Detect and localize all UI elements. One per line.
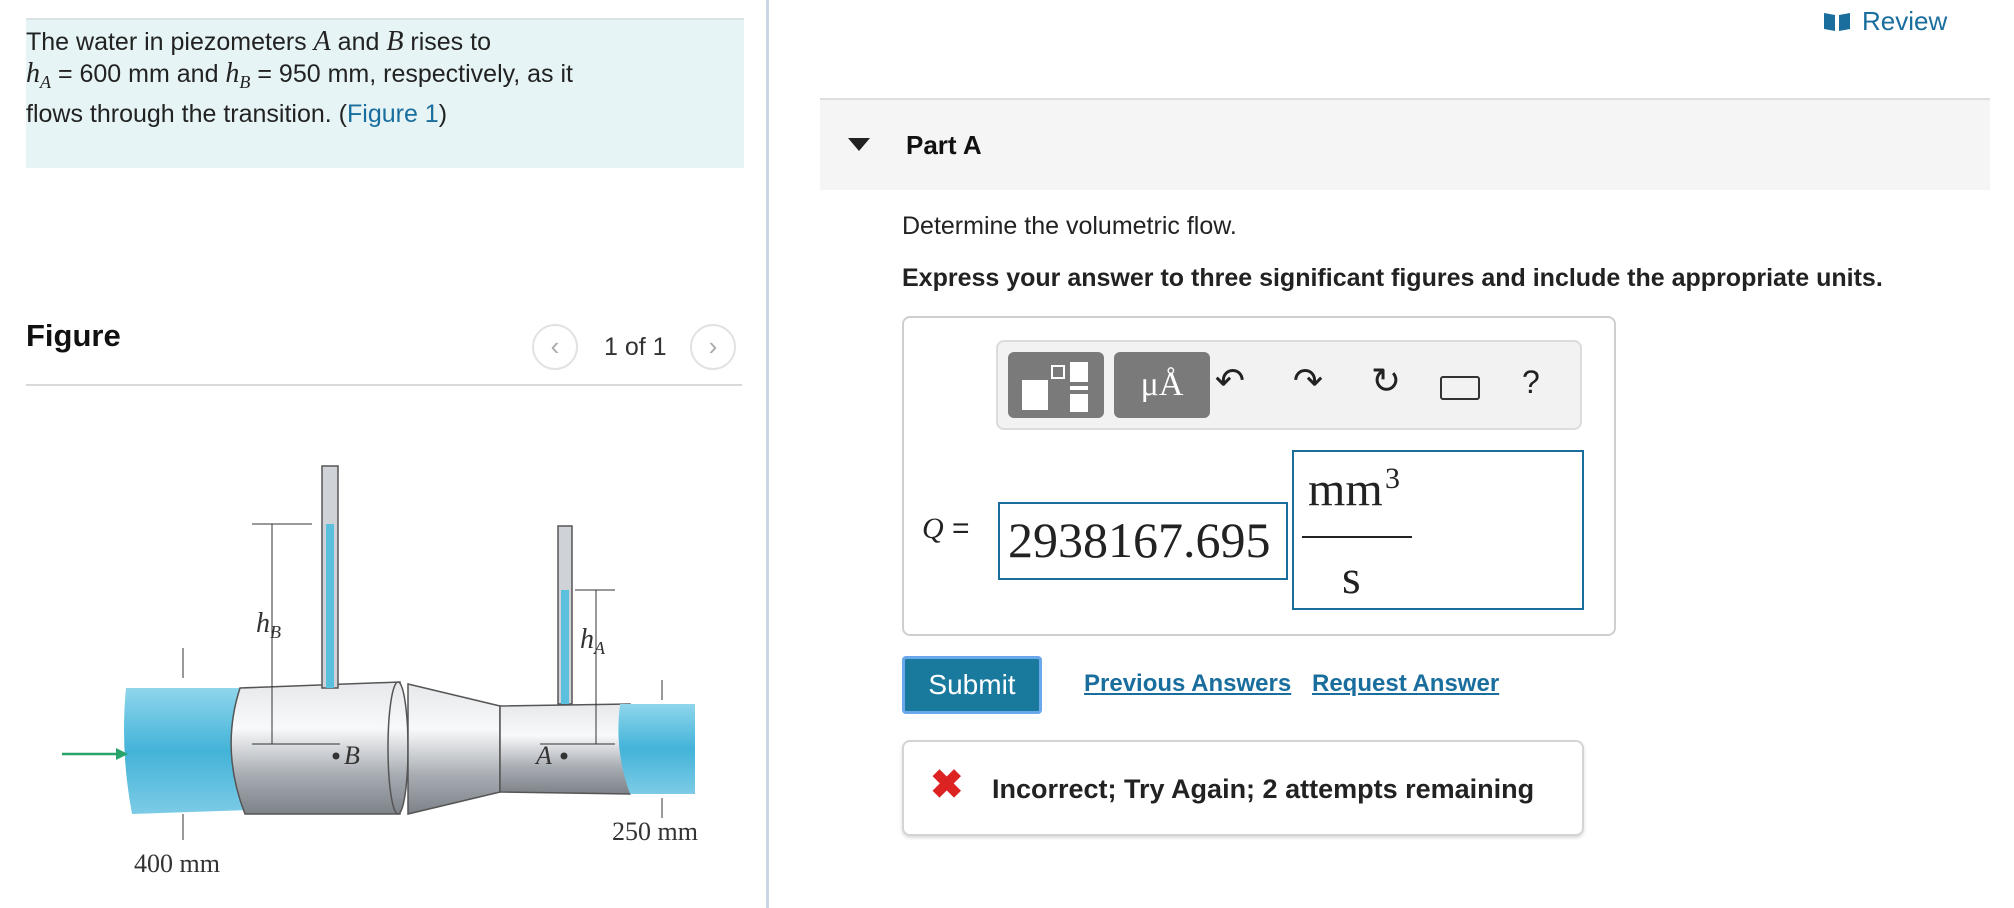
var-b: B: [386, 26, 404, 57]
var-a: A: [313, 26, 331, 57]
hb-label: hB: [256, 608, 281, 642]
ha-symbol: h: [26, 58, 40, 89]
water-column-b: [326, 524, 334, 688]
question-prompt: Determine the volumetric flow.: [902, 212, 1237, 240]
problem-text: and: [330, 28, 387, 56]
unit-exponent: 3: [1385, 462, 1400, 495]
hb-subscript: B: [239, 72, 251, 92]
templates-icon: [1022, 362, 1088, 412]
answer-value-input[interactable]: 2938167.695: [998, 502, 1288, 580]
dimension-400mm: 400 mm: [134, 849, 220, 878]
hb-value: = 950 mm: [250, 60, 370, 88]
question-instruction: Express your answer to three significant…: [902, 264, 1883, 292]
var-q: Q: [922, 512, 944, 545]
unit-fraction-bar: [1302, 536, 1412, 538]
problem-statement: The water in piezometers A and B rises t…: [26, 26, 686, 130]
answer-variable-label: Q =: [922, 512, 970, 546]
unit-denominator: s: [1342, 551, 1361, 604]
undo-icon[interactable]: ↶: [1206, 360, 1254, 402]
water-outlet: [618, 704, 695, 794]
previous-answers-link[interactable]: Previous Answers: [1084, 670, 1291, 698]
problem-text: rises to: [403, 28, 491, 56]
figure-prev-button[interactable]: ‹: [532, 324, 578, 370]
water-column-a: [561, 590, 569, 704]
figure-divider: [26, 384, 742, 386]
book-icon: [1824, 12, 1850, 31]
unit-numerator: mm: [1308, 463, 1383, 516]
feedback-message: Incorrect; Try Again; 2 attempts remaini…: [992, 774, 1535, 804]
ha-subscript: A: [40, 72, 51, 92]
hb-symbol: h: [225, 58, 240, 89]
redo-icon[interactable]: ↷: [1284, 360, 1332, 402]
ha-value: = 600 mm: [51, 60, 170, 88]
review-label: Review: [1862, 6, 1948, 36]
figure-counter: 1 of 1: [604, 333, 667, 361]
ha-label: hA: [580, 624, 606, 658]
problem-text: and: [169, 60, 226, 88]
flange: [387, 681, 409, 815]
submit-button[interactable]: Submit: [902, 656, 1042, 714]
triangle-down-icon[interactable]: [848, 138, 870, 151]
dimension-250mm: 250 mm: [612, 817, 698, 846]
panel-divider[interactable]: [766, 0, 769, 908]
units-button[interactable]: μÅ: [1114, 352, 1210, 418]
problem-text: The water in piezometers: [26, 28, 314, 56]
problem-text: flows through the transition. (: [26, 100, 347, 128]
small-pipe: [499, 703, 631, 795]
review-link[interactable]: Review: [1822, 6, 1947, 37]
equals-sign: =: [943, 512, 970, 545]
figure-heading: Figure: [26, 318, 121, 353]
keyboard-icon[interactable]: [1440, 376, 1480, 400]
problem-text: ): [438, 100, 448, 128]
point-a-label: A: [534, 741, 552, 770]
incorrect-icon: ✖: [930, 763, 964, 807]
part-a-label: Part A: [906, 130, 982, 160]
request-answer-link[interactable]: Request Answer: [1312, 670, 1499, 698]
templates-button[interactable]: [1008, 352, 1104, 418]
large-pipe: [230, 681, 401, 815]
point-b-label: B: [344, 741, 360, 770]
pipe-transition-figure: hB hA B A 250 mm 400 mm: [62, 465, 698, 878]
part-a-header[interactable]: [820, 98, 1990, 190]
figure-link[interactable]: Figure 1: [347, 100, 439, 128]
help-button[interactable]: ?: [1522, 364, 1540, 401]
chevron-left-icon: ‹: [550, 331, 560, 361]
chevron-right-icon: ›: [708, 331, 718, 361]
reducer-cone: [407, 683, 501, 815]
problem-text: , respectively, as it: [369, 60, 574, 88]
reset-icon[interactable]: ↻: [1362, 360, 1410, 402]
figure-next-button[interactable]: ›: [690, 324, 736, 370]
